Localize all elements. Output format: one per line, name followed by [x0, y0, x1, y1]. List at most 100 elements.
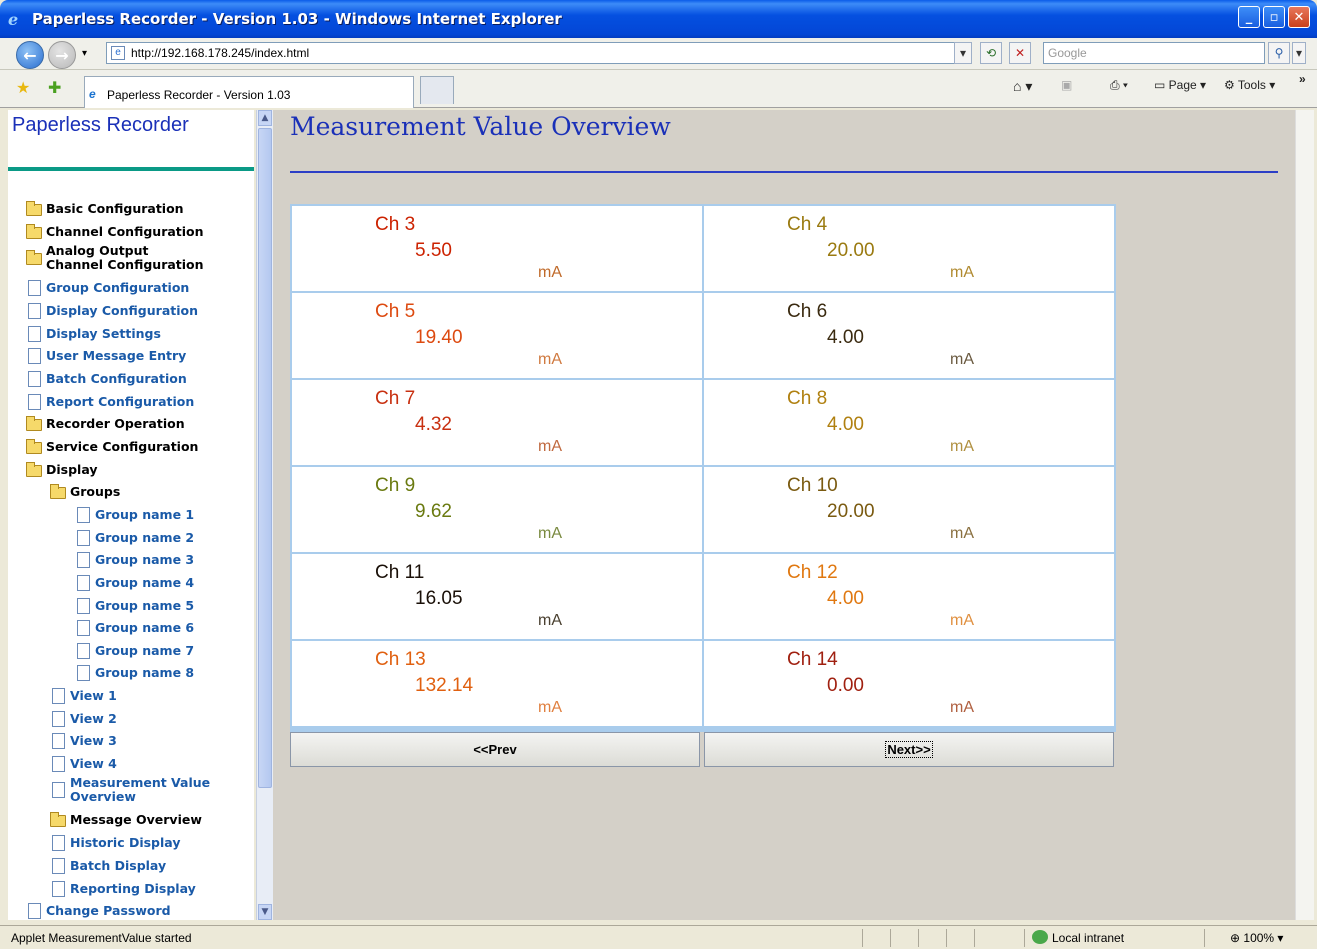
sidebar-item[interactable]: View 3 — [50, 732, 254, 754]
sidebar-item[interactable]: Display Settings — [26, 325, 254, 347]
sidebar-item[interactable]: Basic Configuration — [26, 200, 254, 222]
search-icon[interactable]: ⚲ — [1268, 42, 1290, 64]
sidebar-item[interactable]: Group name 3 — [75, 551, 254, 573]
refresh-icon[interactable]: ⟲ — [980, 42, 1002, 64]
address-row: ← → ▾ e http://192.168.178.245/index.htm… — [0, 38, 1317, 70]
back-button[interactable]: ← — [16, 41, 44, 69]
sidebar-item[interactable]: Batch Configuration — [26, 370, 254, 392]
forward-button[interactable]: → — [48, 41, 76, 69]
sidebar-item-label: Group name 2 — [95, 530, 195, 545]
sidebar-item[interactable]: Batch Display — [50, 857, 254, 879]
ie-tab-icon: e — [89, 87, 96, 101]
prev-button[interactable]: <<Prev — [290, 732, 700, 767]
channel-name: Ch 13 — [375, 649, 426, 670]
stop-icon[interactable]: ✕ — [1009, 42, 1031, 64]
main-content: Measurement Value Overview Ch 3 5.50 mA Ch … — [273, 110, 1295, 920]
sidebar-item[interactable]: Display — [26, 461, 254, 483]
icon-shape — [52, 881, 65, 897]
sidebar-item-label: Change Password — [46, 903, 171, 918]
sidebar-item[interactable]: Channel Configuration — [26, 223, 254, 245]
sidebar-item-label: View 2 — [70, 711, 117, 726]
sidebar-item[interactable]: Report Configuration — [26, 393, 254, 415]
sidebar-item[interactable]: Service Configuration — [26, 438, 254, 460]
sidebar-item[interactable]: Measurement Value Overview — [50, 776, 254, 810]
sidebar-item[interactable]: Recorder Operation — [26, 415, 254, 437]
sidebar-item[interactable]: Change Password — [26, 902, 254, 920]
sidebar-item-label: Recorder Operation — [46, 416, 185, 431]
new-tab-button[interactable] — [420, 76, 454, 104]
sidebar-item[interactable]: Analog Output Channel Configuration — [26, 244, 254, 278]
icon-shape — [77, 552, 90, 568]
sidebar-item[interactable]: Group name 1 — [75, 506, 254, 528]
sidebar-item[interactable]: Group name 4 — [75, 574, 254, 596]
sidebar-scrollbar[interactable]: ▲ ▼ — [256, 110, 273, 920]
sidebar-item[interactable]: Group name 7 — [75, 642, 254, 664]
icon-shape — [26, 250, 42, 265]
sidebar-item[interactable]: Group name 2 — [75, 529, 254, 551]
search-placeholder: Google — [1048, 46, 1087, 60]
history-dropdown-icon[interactable]: ▾ — [82, 48, 87, 59]
sidebar-item[interactable]: User Message Entry — [26, 347, 254, 369]
sidebar: Paperless Recorder Basic Configuration Ch… — [8, 110, 254, 920]
icon-shape — [77, 530, 90, 546]
search-input[interactable]: Google — [1043, 42, 1265, 64]
icon-shape — [52, 733, 65, 749]
sidebar-item[interactable]: View 2 — [50, 710, 254, 732]
tab-paperless-recorder[interactable]: e Paperless Recorder - Version 1.03 — [84, 76, 414, 108]
channel-cell: Ch 12 4.00 mA — [704, 554, 1114, 639]
sidebar-item[interactable]: Group name 8 — [75, 664, 254, 686]
zoom-level[interactable]: ⊕ 100% ▾ — [1230, 931, 1283, 945]
sidebar-item-label: Reporting Display — [70, 881, 196, 896]
scrollbar-thumb[interactable] — [258, 128, 272, 788]
page-icon — [75, 552, 91, 568]
sidebar-item[interactable]: Historic Display — [50, 834, 254, 856]
sidebar-item-label: Analog Output Channel Configuration — [46, 243, 204, 272]
icon-shape — [28, 348, 41, 364]
next-button[interactable]: Next>> — [704, 732, 1114, 767]
main-scrollbar[interactable] — [1295, 110, 1314, 920]
page-icon — [75, 643, 91, 659]
channel-unit: mA — [538, 699, 562, 716]
sidebar-item-label: Report Configuration — [46, 394, 195, 409]
sidebar-item-label: Group name 4 — [95, 575, 195, 590]
sidebar-item-label: Group name 3 — [95, 552, 195, 567]
sidebar-item-label: View 1 — [70, 688, 117, 703]
channel-value: 5.50 — [415, 240, 452, 261]
feeds-icon[interactable]: ▣ — [1061, 78, 1072, 92]
channel-value: 0.00 — [827, 675, 864, 696]
sidebar-item[interactable]: View 4 — [50, 755, 254, 777]
scroll-up-icon[interactable]: ▲ — [258, 110, 272, 126]
page-menu[interactable]: ▭ Page ▾ — [1154, 78, 1206, 92]
sidebar-item[interactable]: Message Overview — [50, 811, 254, 833]
sidebar-item[interactable]: Groups — [50, 483, 254, 505]
sidebar-item[interactable]: Group Configuration — [26, 279, 254, 301]
address-dropdown-icon[interactable]: ▾ — [954, 42, 972, 64]
title-divider — [290, 171, 1278, 173]
search-options-icon[interactable]: ▾ — [1292, 42, 1306, 64]
minimize-button[interactable]: _ — [1238, 6, 1260, 28]
sidebar-item-label: Group Configuration — [46, 280, 190, 295]
add-favorite-icon[interactable]: ✚ — [48, 78, 61, 97]
scroll-down-icon[interactable]: ▼ — [258, 904, 272, 920]
sidebar-item-label: Display Settings — [46, 326, 161, 341]
sidebar-item[interactable]: Reporting Display — [50, 880, 254, 902]
sidebar-item[interactable]: Display Configuration — [26, 302, 254, 324]
sidebar-item[interactable]: Group name 6 — [75, 619, 254, 641]
page-icon — [75, 665, 91, 681]
icon-shape — [26, 416, 42, 431]
sidebar-item[interactable]: View 1 — [50, 687, 254, 709]
address-field[interactable]: e http://192.168.178.245/index.html — [106, 42, 972, 64]
channel-unit: mA — [538, 525, 562, 542]
chevron-more-icon[interactable]: » — [1299, 72, 1306, 86]
sidebar-item[interactable]: Group name 5 — [75, 597, 254, 619]
close-button[interactable]: ✕ — [1288, 6, 1310, 28]
channel-name: Ch 3 — [375, 214, 416, 235]
tools-menu[interactable]: ⚙ Tools ▾ — [1224, 78, 1275, 92]
print-icon[interactable]: ⎙ ▾ — [1110, 78, 1128, 93]
favorites-star-icon[interactable]: ★ — [16, 78, 30, 97]
sidebar-item-label: Groups — [70, 484, 121, 499]
page-icon — [75, 598, 91, 614]
home-icon[interactable]: ⌂ ▾ — [1013, 78, 1032, 95]
maximize-button[interactable]: ▫ — [1263, 6, 1285, 28]
sidebar-item-label: User Message Entry — [46, 348, 187, 363]
